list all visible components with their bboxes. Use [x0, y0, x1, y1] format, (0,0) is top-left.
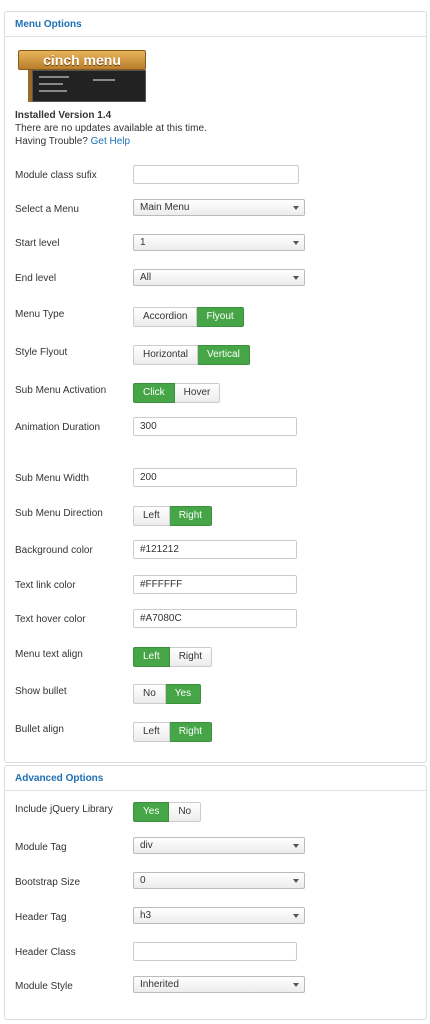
- chevron-down-icon: [293, 276, 299, 280]
- chevron-down-icon: [293, 844, 299, 848]
- chevron-down-icon: [293, 983, 299, 987]
- installed-version: Installed Version 1.4: [15, 110, 112, 121]
- panel-header: Menu Options: [5, 12, 426, 37]
- chevron-down-icon: [293, 914, 299, 918]
- yes-option[interactable]: Yes: [165, 684, 202, 704]
- bootstrap-size-dropdown[interactable]: 0: [133, 872, 305, 889]
- style-flyout-toggle: Horizontal Vertical: [133, 345, 250, 365]
- end-level-label: End level: [15, 273, 57, 284]
- menu-type-label: Menu Type: [15, 309, 65, 320]
- show-bullet-toggle: No Yes: [133, 684, 202, 704]
- left-option[interactable]: Left: [133, 506, 170, 526]
- trouble-text: Having Trouble?: [15, 136, 88, 147]
- chevron-down-icon: [293, 206, 299, 210]
- left-option[interactable]: Left: [133, 647, 170, 667]
- module-tag-value: div: [140, 840, 153, 851]
- update-status: There are no updates available at this t…: [15, 123, 207, 134]
- show-bullet-label: Show bullet: [15, 686, 67, 697]
- vertical-option[interactable]: Vertical: [198, 345, 250, 365]
- module-style-dropdown[interactable]: Inherited: [133, 976, 305, 993]
- flyout-option[interactable]: Flyout: [197, 307, 244, 327]
- header-tag-label: Header Tag: [15, 912, 67, 923]
- bg-color-input[interactable]: #121212: [133, 540, 297, 559]
- help-line: Having Trouble? Get Help: [15, 136, 130, 147]
- logo-preview: [32, 70, 146, 102]
- header-tag-dropdown[interactable]: h3: [133, 907, 305, 924]
- select-menu-dropdown[interactable]: Main Menu: [133, 199, 305, 216]
- select-menu-label: Select a Menu: [15, 204, 79, 215]
- sub-width-label: Sub Menu Width: [15, 473, 89, 484]
- end-level-value: All: [140, 272, 152, 283]
- click-option[interactable]: Click: [133, 383, 175, 403]
- yes-option[interactable]: Yes: [133, 802, 170, 822]
- hover-color-input[interactable]: #A7080C: [133, 609, 297, 628]
- text-align-label: Menu text align: [15, 649, 83, 660]
- panel-title: Menu Options: [15, 19, 82, 30]
- menu-type-toggle: Accordion Flyout: [133, 307, 244, 327]
- link-color-label: Text link color: [15, 580, 76, 591]
- sub-width-input[interactable]: 200: [133, 468, 297, 487]
- style-flyout-label: Style Flyout: [15, 347, 68, 358]
- sub-direction-label: Sub Menu Direction: [15, 508, 103, 519]
- anim-duration-label: Animation Duration: [15, 422, 101, 433]
- accordion-option[interactable]: Accordion: [133, 307, 198, 327]
- start-level-label: Start level: [15, 238, 60, 249]
- end-level-dropdown[interactable]: All: [133, 269, 305, 286]
- right-option[interactable]: Right: [169, 647, 213, 667]
- module-style-value: Inherited: [140, 979, 179, 990]
- bg-color-label: Background color: [15, 545, 93, 556]
- cinch-menu-logo: cinch menu: [18, 48, 146, 103]
- include-jquery-label: Include jQuery Library: [15, 804, 113, 815]
- hover-color-label: Text hover color: [15, 614, 86, 625]
- include-jquery-toggle: Yes No: [133, 802, 202, 822]
- hover-option[interactable]: Hover: [174, 383, 221, 403]
- link-color-input[interactable]: #FFFFFF: [133, 575, 297, 594]
- logo-sign: cinch menu: [18, 50, 146, 70]
- chevron-down-icon: [293, 879, 299, 883]
- module-tag-label: Module Tag: [15, 842, 67, 853]
- right-option[interactable]: Right: [169, 506, 213, 526]
- module-class-label: Module class sufix: [15, 170, 97, 181]
- anim-duration-input[interactable]: 300: [133, 417, 297, 436]
- bootstrap-size-label: Bootstrap Size: [15, 877, 81, 888]
- header-class-input[interactable]: [133, 942, 297, 961]
- get-help-link[interactable]: Get Help: [91, 136, 130, 147]
- header-class-label: Header Class: [15, 947, 76, 958]
- header-tag-value: h3: [140, 910, 152, 921]
- sub-direction-toggle: Left Right: [133, 506, 213, 526]
- right-option[interactable]: Right: [169, 722, 213, 742]
- module-style-label: Module Style: [15, 981, 73, 992]
- horizontal-option[interactable]: Horizontal: [133, 345, 199, 365]
- sub-activation-label: Sub Menu Activation: [15, 385, 107, 396]
- module-tag-dropdown[interactable]: div: [133, 837, 305, 854]
- module-class-input[interactable]: [133, 165, 299, 184]
- bootstrap-size-value: 0: [140, 875, 146, 886]
- start-level-dropdown[interactable]: 1: [133, 234, 305, 251]
- chevron-down-icon: [293, 241, 299, 245]
- no-option[interactable]: No: [133, 684, 166, 704]
- bullet-align-toggle: Left Right: [133, 722, 213, 742]
- select-menu-value: Main Menu: [140, 202, 190, 213]
- bullet-align-label: Bullet align: [15, 724, 64, 735]
- left-option[interactable]: Left: [133, 722, 170, 742]
- panel-header: Advanced Options: [5, 766, 426, 791]
- sub-activation-toggle: Click Hover: [133, 383, 221, 403]
- panel-title: Advanced Options: [15, 773, 104, 784]
- start-level-value: 1: [140, 237, 146, 248]
- text-align-toggle: Left Right: [133, 647, 213, 667]
- no-option[interactable]: No: [169, 802, 202, 822]
